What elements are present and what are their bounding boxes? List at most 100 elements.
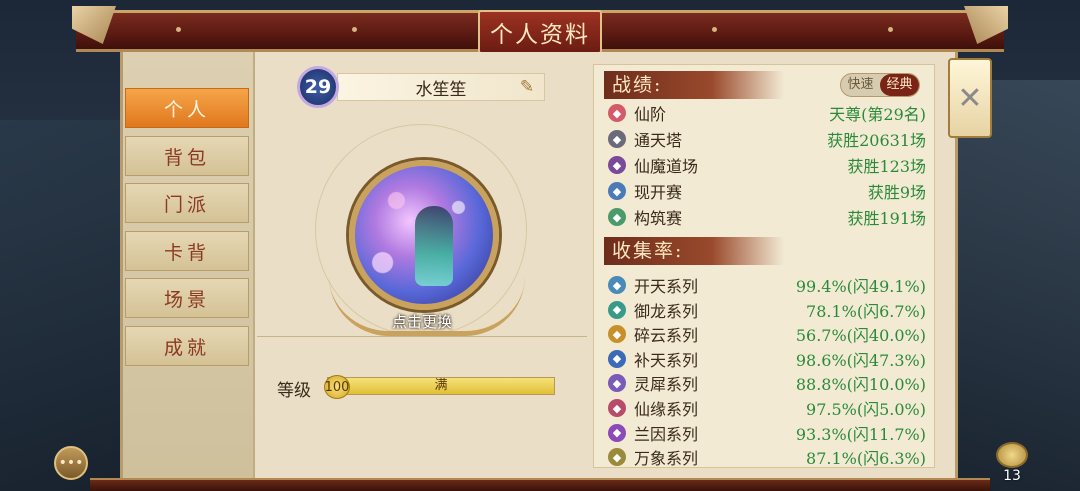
demon-icon: ◆ bbox=[608, 156, 626, 174]
stats-value: 获胜123场 bbox=[847, 157, 926, 176]
avatar[interactable] bbox=[349, 160, 499, 310]
stats-value: 获胜9场 bbox=[867, 183, 926, 202]
yulong-icon: ◆ bbox=[608, 300, 626, 319]
grade-progress-bar: 满 100 bbox=[324, 375, 555, 399]
sidebar-item-cardback[interactable]: 卡背 bbox=[125, 231, 249, 271]
divider bbox=[257, 336, 587, 337]
shield-icon: ◆ bbox=[608, 182, 626, 200]
collection-value: 99.4%(闪49.1%) bbox=[795, 277, 926, 296]
level-number: 29 bbox=[304, 76, 332, 98]
sidebar-item-scene[interactable]: 场景 bbox=[125, 278, 249, 318]
stats-section-title: 战绩: bbox=[604, 71, 784, 99]
collection-value: 78.1%(闪6.7%) bbox=[806, 301, 926, 321]
collection-row: ◆ 灵犀系列 88.8%(闪10.0%) bbox=[608, 371, 926, 395]
lanyin-icon: ◆ bbox=[608, 423, 626, 442]
collection-label: 补天系列 bbox=[634, 350, 699, 370]
collection-label: 兰因系列 bbox=[634, 424, 699, 444]
stats-value: 获胜191场 bbox=[847, 209, 926, 228]
sidebar-item-label: 成就 bbox=[163, 336, 210, 359]
stats-label: 现开赛 bbox=[634, 183, 683, 202]
sidebar-item-label: 门派 bbox=[163, 193, 210, 216]
page-title: 个人资料 bbox=[490, 22, 590, 48]
ornament-dot bbox=[352, 27, 357, 32]
toggle-option-quick[interactable]: 快速 bbox=[841, 74, 880, 96]
coin-pile-icon bbox=[996, 442, 1028, 468]
collection-label: 灵犀系列 bbox=[634, 375, 699, 395]
butian-icon: ◆ bbox=[608, 349, 626, 368]
player-name: 水笙笙 bbox=[337, 73, 545, 101]
star-icon: ◆ bbox=[608, 104, 626, 122]
sidebar-item-label: 卡背 bbox=[163, 241, 210, 264]
collection-row: ◆ 开天系列 99.4%(闪49.1%) bbox=[608, 273, 926, 297]
sidebar: 个人 背包 门派 卡背 场景 成就 bbox=[123, 52, 255, 480]
background-mountain-right bbox=[950, 80, 1080, 491]
player-name-text: 水笙笙 bbox=[415, 79, 467, 100]
stats-value: 天尊(第29名) bbox=[829, 105, 926, 124]
close-button[interactable]: ✕ bbox=[948, 58, 992, 138]
collection-value: 87.1%(闪6.3%) bbox=[806, 449, 926, 469]
change-avatar-button[interactable]: 点击更换 bbox=[257, 311, 587, 332]
sidebar-item-achievement[interactable]: 成就 bbox=[125, 326, 249, 366]
sidebar-item-personal[interactable]: 个人 bbox=[125, 88, 249, 128]
sidebar-item-sect[interactable]: 门派 bbox=[125, 183, 249, 223]
grade-label: 等级 bbox=[277, 381, 311, 401]
collection-label: 万象系列 bbox=[634, 449, 699, 469]
level-badge: 29 bbox=[297, 66, 339, 108]
bottom-border bbox=[90, 478, 990, 491]
xianyuan-icon: ◆ bbox=[608, 399, 626, 417]
collection-row: ◆ 碎云系列 56.7%(闪40.0%) bbox=[608, 322, 926, 346]
sidebar-item-label: 个人 bbox=[163, 98, 210, 121]
collection-label: 御龙系列 bbox=[634, 301, 699, 321]
stats-label: 仙阶 bbox=[634, 105, 667, 124]
avatar-figure bbox=[415, 206, 453, 286]
stats-row: ◆ 仙阶 天尊(第29名) bbox=[608, 101, 926, 125]
collection-row: ◆ 万象系列 87.1%(闪6.3%) bbox=[608, 445, 926, 469]
leaf-icon: ◆ bbox=[608, 208, 626, 226]
title-plate: 个人资料 bbox=[478, 10, 602, 54]
collection-value: 93.3%(闪11.7%) bbox=[795, 424, 926, 444]
collection-value: 88.8%(闪10.0%) bbox=[795, 375, 926, 395]
grade-value: 100 bbox=[324, 375, 350, 399]
lingxi-icon: ◆ bbox=[608, 374, 626, 393]
collection-value: 98.6%(闪47.3%) bbox=[795, 350, 926, 370]
chat-button[interactable]: ••• bbox=[54, 446, 88, 480]
stats-row: ◆ 仙魔道场 获胜123场 bbox=[608, 153, 926, 177]
stats-label: 构筑赛 bbox=[634, 209, 683, 228]
chat-icon: ••• bbox=[58, 455, 84, 471]
stats-row: ◆ 构筑赛 获胜191场 bbox=[608, 205, 926, 229]
stats-label: 通天塔 bbox=[634, 131, 683, 150]
collection-row: ◆ 仙缘系列 97.5%(闪5.0%) bbox=[608, 396, 926, 420]
collection-label: 仙缘系列 bbox=[634, 400, 699, 419]
currency-button[interactable]: 13 bbox=[992, 440, 1032, 484]
stats-row: ◆ 现开赛 获胜9场 bbox=[608, 179, 926, 203]
collection-label: 碎云系列 bbox=[634, 326, 699, 346]
close-icon: ✕ bbox=[957, 80, 983, 116]
tower-icon: ◆ bbox=[608, 130, 626, 148]
ornament-dot bbox=[888, 27, 893, 32]
profile-area: 水笙笙 29 ✎ 点击更换 等级 满 100 bbox=[257, 52, 587, 480]
edit-name-icon[interactable]: ✎ bbox=[515, 76, 539, 98]
collection-section-title: 收集率: bbox=[604, 237, 784, 265]
ornament-dot bbox=[176, 27, 181, 32]
collection-row: ◆ 兰因系列 93.3%(闪11.7%) bbox=[608, 421, 926, 445]
collection-value: 97.5%(闪5.0%) bbox=[806, 400, 926, 419]
mode-toggle[interactable]: 快速 经典 bbox=[840, 73, 920, 97]
ornament-dot bbox=[712, 27, 717, 32]
background-mountain-left bbox=[0, 120, 130, 491]
collection-row: ◆ 补天系列 98.6%(闪47.3%) bbox=[608, 347, 926, 371]
collection-value: 56.7%(闪40.0%) bbox=[795, 326, 926, 346]
stats-row: ◆ 通天塔 获胜20631场 bbox=[608, 127, 926, 151]
main-panel: 个人 背包 门派 卡背 场景 成就 水笙笙 29 ✎ 点击更换 等级 满 100… bbox=[120, 52, 958, 480]
collection-row: ◆ 御龙系列 78.1%(闪6.7%) bbox=[608, 298, 926, 322]
collection-label: 开天系列 bbox=[634, 277, 699, 296]
currency-count: 13 bbox=[1003, 468, 1021, 484]
wanxiang-icon: ◆ bbox=[608, 448, 626, 467]
stats-value: 获胜20631场 bbox=[827, 131, 926, 150]
stats-panel: 战绩: 快速 经典 ◆ 仙阶 天尊(第29名) ◆ 通天塔 获胜20631场 ◆ 仙魔道场 获胜… bbox=[593, 64, 935, 468]
toggle-option-classic[interactable]: 经典 bbox=[880, 74, 919, 96]
kaitian-icon: ◆ bbox=[608, 276, 626, 294]
cuiyun-icon: ◆ bbox=[608, 325, 626, 344]
sidebar-item-label: 场景 bbox=[163, 288, 210, 311]
sidebar-item-bag[interactable]: 背包 bbox=[125, 136, 249, 176]
grade-status: 满 bbox=[434, 378, 448, 393]
